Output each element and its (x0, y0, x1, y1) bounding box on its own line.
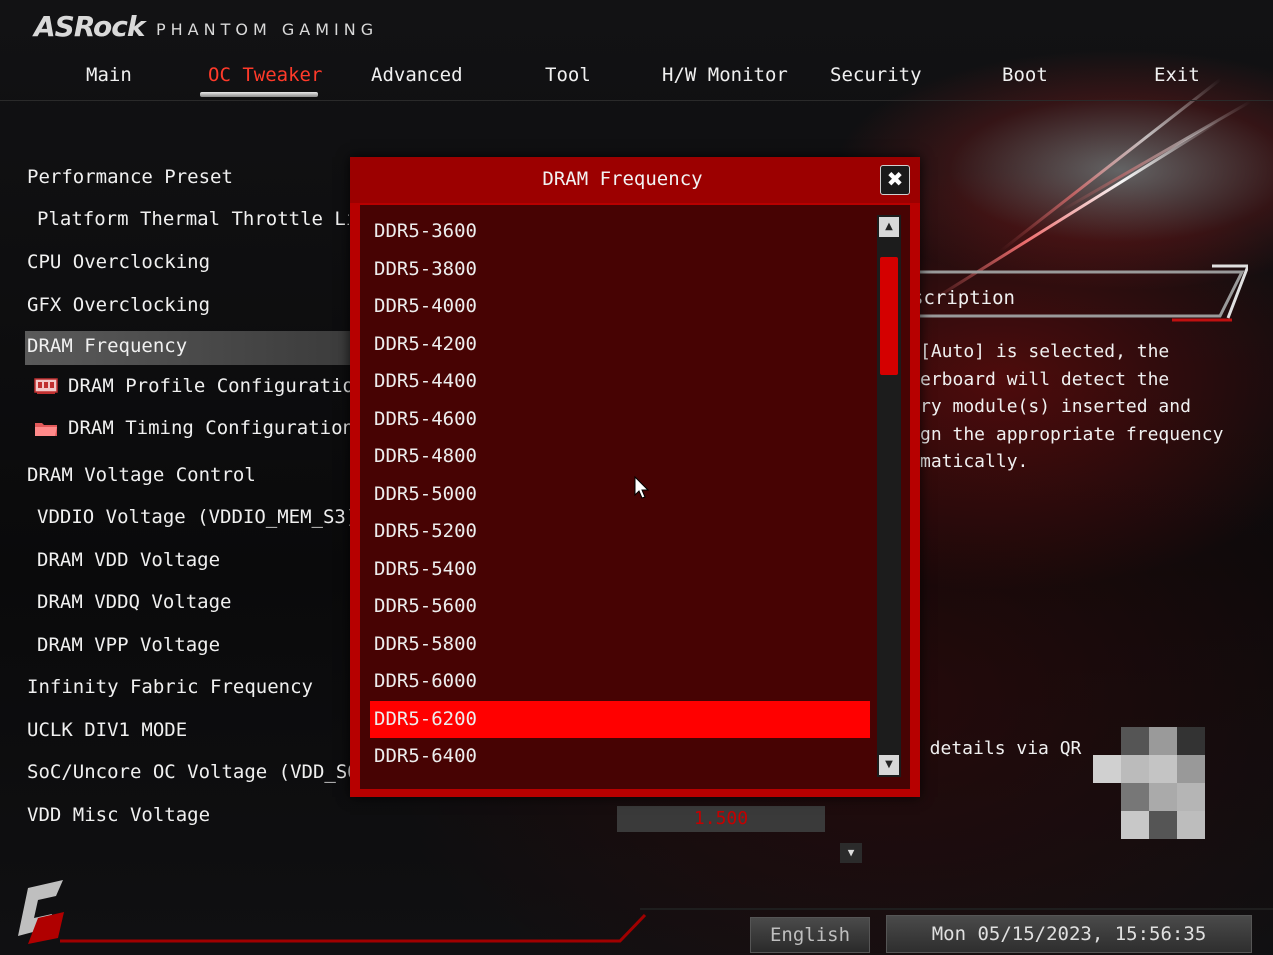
asrock-logo: ASRock (34, 10, 145, 43)
option-item[interactable]: DDR5-3800 (370, 251, 870, 288)
option-item[interactable]: DDR5-5000 (370, 476, 870, 513)
scroll-down-button[interactable]: ▼ (840, 843, 862, 863)
menu-item-platform-thermal-throttle-limit[interactable]: Platform Thermal Throttle Limit (37, 208, 349, 230)
scrollbar-thumb[interactable] (880, 257, 898, 375)
option-item[interactable]: DDR5-5800 (370, 626, 870, 663)
option-label: DDR5-5200 (374, 520, 477, 542)
option-item-selected[interactable]: DDR5-6200 (370, 701, 870, 738)
datetime-display: Mon 05/15/2023, 15:56:35 (886, 915, 1252, 953)
menu-item-vddio-voltage[interactable]: VDDIO Voltage (VDDIO_MEM_S3) (37, 506, 357, 528)
memory-module-icon (34, 378, 58, 394)
option-label: DDR5-4600 (374, 407, 477, 430)
option-label: DDR5-6000 (374, 670, 477, 692)
tab-boot[interactable]: Boot (1002, 64, 1048, 86)
option-label: DDR5-4400 (374, 370, 477, 392)
menu-item-performance-preset[interactable]: Performance Preset (27, 166, 233, 188)
tab-oc-tweaker[interactable]: OC Tweaker (208, 64, 322, 86)
menu-item-uclk-div1-mode[interactable]: UCLK DIV1 MODE (27, 719, 187, 741)
menu-item-dram-vpp-voltage[interactable]: DRAM VPP Voltage (37, 634, 220, 656)
option-item[interactable]: DDR5-4800 (370, 438, 870, 475)
language-button[interactable]: English (750, 917, 870, 953)
menu-item-label: DRAM Timing Configuration (68, 417, 354, 439)
tab-exit[interactable]: Exit (1154, 64, 1200, 86)
menu-item-dram-voltage-control[interactable]: DRAM Voltage Control (27, 464, 256, 486)
scroll-up-button[interactable]: ▲ (879, 217, 899, 237)
option-label: DDR5-6200 (374, 708, 477, 730)
active-tab-indicator (200, 92, 318, 97)
tab-security[interactable]: Security (830, 64, 922, 86)
option-label: DDR5-5600 (374, 595, 477, 617)
option-item[interactable]: DDR5-5600 (370, 588, 870, 625)
option-label: DDR5-4200 (374, 332, 477, 355)
option-item[interactable]: DDR5-6000 (370, 663, 870, 700)
phantom-gaming-logo-text: PHANTOM GAMING (156, 20, 379, 39)
option-label: DDR5-3800 (374, 257, 477, 280)
option-label: DDR5-5400 (374, 557, 477, 580)
dialog-header: DRAM Frequency ✖ (350, 157, 920, 203)
dialog-title: DRAM Frequency (542, 168, 703, 190)
option-item[interactable]: DDR5-4400 (370, 363, 870, 400)
menu-item-gfx-overclocking[interactable]: GFX Overclocking (27, 294, 210, 316)
tab-tool[interactable]: Tool (545, 64, 591, 86)
option-item[interactable]: DDR5-4600 (370, 401, 870, 438)
description-title: scription (912, 287, 1015, 309)
option-item[interactable]: DDR5-5400 (370, 551, 870, 588)
tab-advanced[interactable]: Advanced (371, 64, 463, 86)
option-item[interactable]: DDR5-4000 (370, 288, 870, 325)
tab-main[interactable]: Main (86, 64, 132, 86)
menu-item-label: DRAM Frequency (27, 335, 188, 357)
qr-label: t details via QR (908, 738, 1082, 759)
qr-code-image (1093, 727, 1205, 839)
menu-item-dram-profile-configuration[interactable]: DRAM Profile Configuration (34, 375, 365, 397)
menu-item-vdd-misc-voltage[interactable]: VDD Misc Voltage (27, 804, 210, 826)
option-label: DDR5-4000 (374, 295, 477, 317)
option-item[interactable]: DDR5-6400 (370, 738, 870, 775)
folder-icon (35, 423, 57, 436)
menu-item-dram-vdd-voltage[interactable]: DRAM VDD Voltage (37, 549, 220, 571)
menu-item-dram-timing-configuration[interactable]: DRAM Timing Configuration (34, 417, 354, 439)
menu-item-dram-vddq-voltage[interactable]: DRAM VDDQ Voltage (37, 591, 231, 613)
close-icon[interactable]: ✖ (880, 165, 910, 195)
option-item[interactable]: DDR5-3600 (370, 213, 870, 250)
phantom-gaming-logo-icon (18, 880, 64, 944)
menu-item-dram-frequency[interactable]: DRAM Frequency (25, 331, 355, 365)
menu-item-cpu-overclocking[interactable]: CPU Overclocking (27, 251, 210, 273)
option-item[interactable]: DDR5-4200 (370, 326, 870, 363)
top-nav: Main OC Tweaker Advanced Tool H/W Monito… (0, 58, 1273, 101)
description-text: [Auto] is selected, the erboard will det… (920, 341, 1224, 472)
menu-item-label: DRAM Profile Configuration (68, 375, 366, 397)
scroll-down-button[interactable]: ▼ (879, 755, 899, 775)
option-label: DDR5-3600 (374, 220, 477, 242)
option-label: DDR5-4800 (374, 445, 477, 467)
option-label: DDR5-5800 (374, 632, 477, 655)
menu-item-infinity-fabric-frequency[interactable]: Infinity Fabric Frequency (27, 676, 313, 698)
menu-item-soc-uncore-oc-voltage[interactable]: SoC/Uncore OC Voltage (VDD_SOC) (27, 761, 382, 783)
option-item[interactable]: DDR5-5200 (370, 513, 870, 550)
option-label: DDR5-5000 (374, 482, 477, 505)
tab-hw-monitor[interactable]: H/W Monitor (662, 64, 788, 86)
vdd-misc-voltage-value[interactable]: 1.500 (617, 806, 825, 832)
mouse-cursor-icon (634, 476, 650, 499)
option-label: DDR5-6400 (374, 745, 477, 767)
